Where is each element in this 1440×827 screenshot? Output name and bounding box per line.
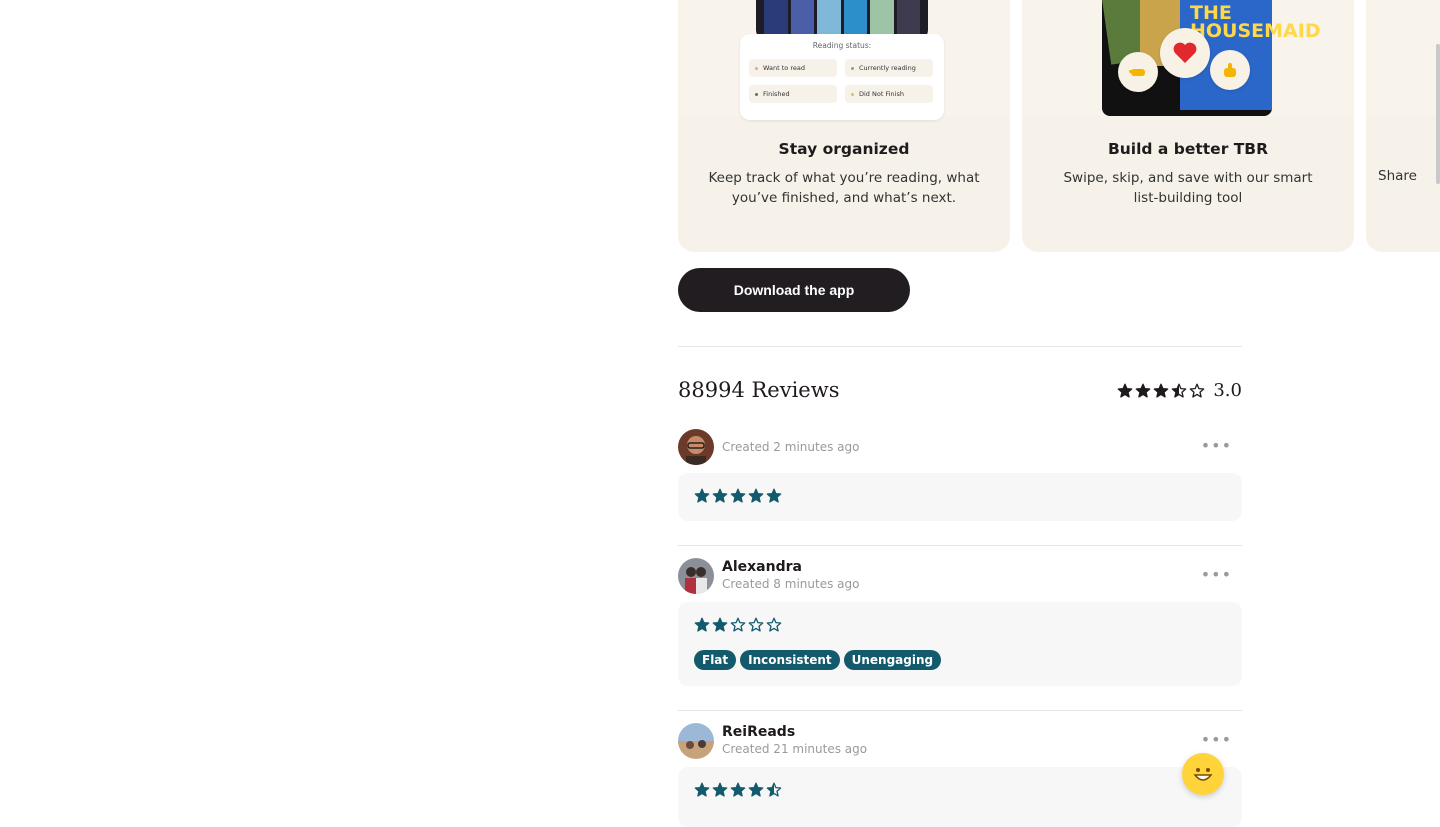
review-tag: Unengaging bbox=[843, 650, 942, 670]
star-half-icon bbox=[1172, 383, 1187, 398]
star-empty-icon bbox=[1190, 383, 1205, 398]
review-rating-stars bbox=[694, 782, 782, 798]
card-title: Build a better TBR bbox=[1107, 140, 1269, 158]
divider bbox=[678, 346, 1242, 347]
star-half-icon bbox=[766, 782, 782, 797]
star-filled-icon bbox=[1136, 383, 1151, 398]
divider bbox=[678, 545, 1242, 546]
avatar[interactable] bbox=[678, 723, 714, 759]
review-timestamp: Created 2 minutes ago bbox=[722, 440, 860, 454]
review-tags: Flat Inconsistent Unengaging bbox=[694, 650, 942, 670]
reading-status-title: Reading status: bbox=[812, 41, 872, 50]
star-filled-icon bbox=[730, 782, 746, 797]
review-tag: Inconsistent bbox=[740, 650, 840, 670]
feature-card-partial: Share bbox=[1366, 0, 1440, 252]
thumbs-up-emoji-icon bbox=[1210, 50, 1250, 90]
review-content: Flat Inconsistent Unengaging bbox=[678, 602, 1242, 686]
star-filled-icon bbox=[712, 782, 728, 797]
star-filled-icon bbox=[712, 488, 728, 503]
reviews-count-heading: 88994 Reviews bbox=[678, 378, 840, 402]
star-empty-icon bbox=[766, 617, 782, 632]
status-currently-reading: Currently reading bbox=[845, 59, 933, 77]
card-illustration: THE HOUSEMAID bbox=[1022, 0, 1354, 116]
star-filled-icon bbox=[694, 488, 710, 503]
card-title: Stay organized bbox=[778, 140, 910, 158]
star-filled-icon bbox=[730, 488, 746, 503]
review-content bbox=[678, 767, 1242, 827]
overall-rating: 3.0 bbox=[1117, 380, 1242, 401]
star-filled-icon bbox=[748, 782, 764, 797]
download-app-button[interactable]: Download the app bbox=[678, 268, 910, 312]
scrollbar[interactable] bbox=[1436, 44, 1440, 184]
reviewer-name[interactable]: ReiReads bbox=[722, 724, 795, 740]
review-tag: Flat bbox=[694, 650, 737, 670]
status-finished: Finished bbox=[749, 85, 837, 103]
review-rating-stars bbox=[694, 617, 782, 633]
heart-emoji-icon bbox=[1160, 28, 1210, 78]
reviewer-name[interactable]: Alexandra bbox=[722, 559, 802, 575]
star-empty-icon bbox=[730, 617, 746, 632]
status-want-to-read: Want to read bbox=[749, 59, 837, 77]
feature-card-stay-organized: Reading status: Want to read Currently r… bbox=[678, 0, 1010, 252]
overall-rating-stars bbox=[1117, 383, 1205, 399]
star-filled-icon bbox=[748, 488, 764, 503]
card-description: Swipe, skip, and save with our smart lis… bbox=[1063, 170, 1313, 206]
feature-card-build-tbr: THE HOUSEMAID Build a better TBR Swipe, … bbox=[1022, 0, 1354, 252]
review-timestamp: Created 8 minutes ago bbox=[722, 577, 860, 591]
divider bbox=[678, 710, 1242, 711]
star-filled-icon bbox=[694, 782, 710, 797]
review-timestamp: Created 21 minutes ago bbox=[722, 742, 868, 756]
skip-emoji-icon bbox=[1118, 52, 1158, 92]
review-content bbox=[678, 473, 1242, 521]
star-empty-icon bbox=[748, 617, 764, 632]
more-options-icon[interactable]: ••• bbox=[1201, 567, 1232, 583]
star-filled-icon bbox=[1154, 383, 1169, 398]
avatar[interactable] bbox=[678, 429, 714, 465]
avatar[interactable] bbox=[678, 558, 714, 594]
card-description: Share bbox=[1378, 168, 1417, 184]
star-filled-icon bbox=[712, 617, 728, 632]
grinning-face-icon[interactable] bbox=[1182, 753, 1224, 795]
star-filled-icon bbox=[1118, 383, 1133, 398]
reading-status-panel: Reading status: Want to read Currently r… bbox=[740, 34, 944, 120]
status-did-not-finish: Did Not Finish bbox=[845, 85, 933, 103]
overall-rating-value: 3.0 bbox=[1213, 380, 1242, 401]
star-filled-icon bbox=[694, 617, 710, 632]
more-options-icon[interactable]: ••• bbox=[1201, 438, 1232, 454]
review-rating-stars bbox=[694, 488, 782, 504]
more-options-icon[interactable]: ••• bbox=[1201, 732, 1232, 748]
star-filled-icon bbox=[766, 488, 782, 503]
card-description: Keep track of what you’re reading, what … bbox=[708, 170, 980, 206]
card-illustration: Reading status: Want to read Currently r… bbox=[678, 0, 1010, 120]
card-illustration bbox=[1366, 0, 1440, 116]
